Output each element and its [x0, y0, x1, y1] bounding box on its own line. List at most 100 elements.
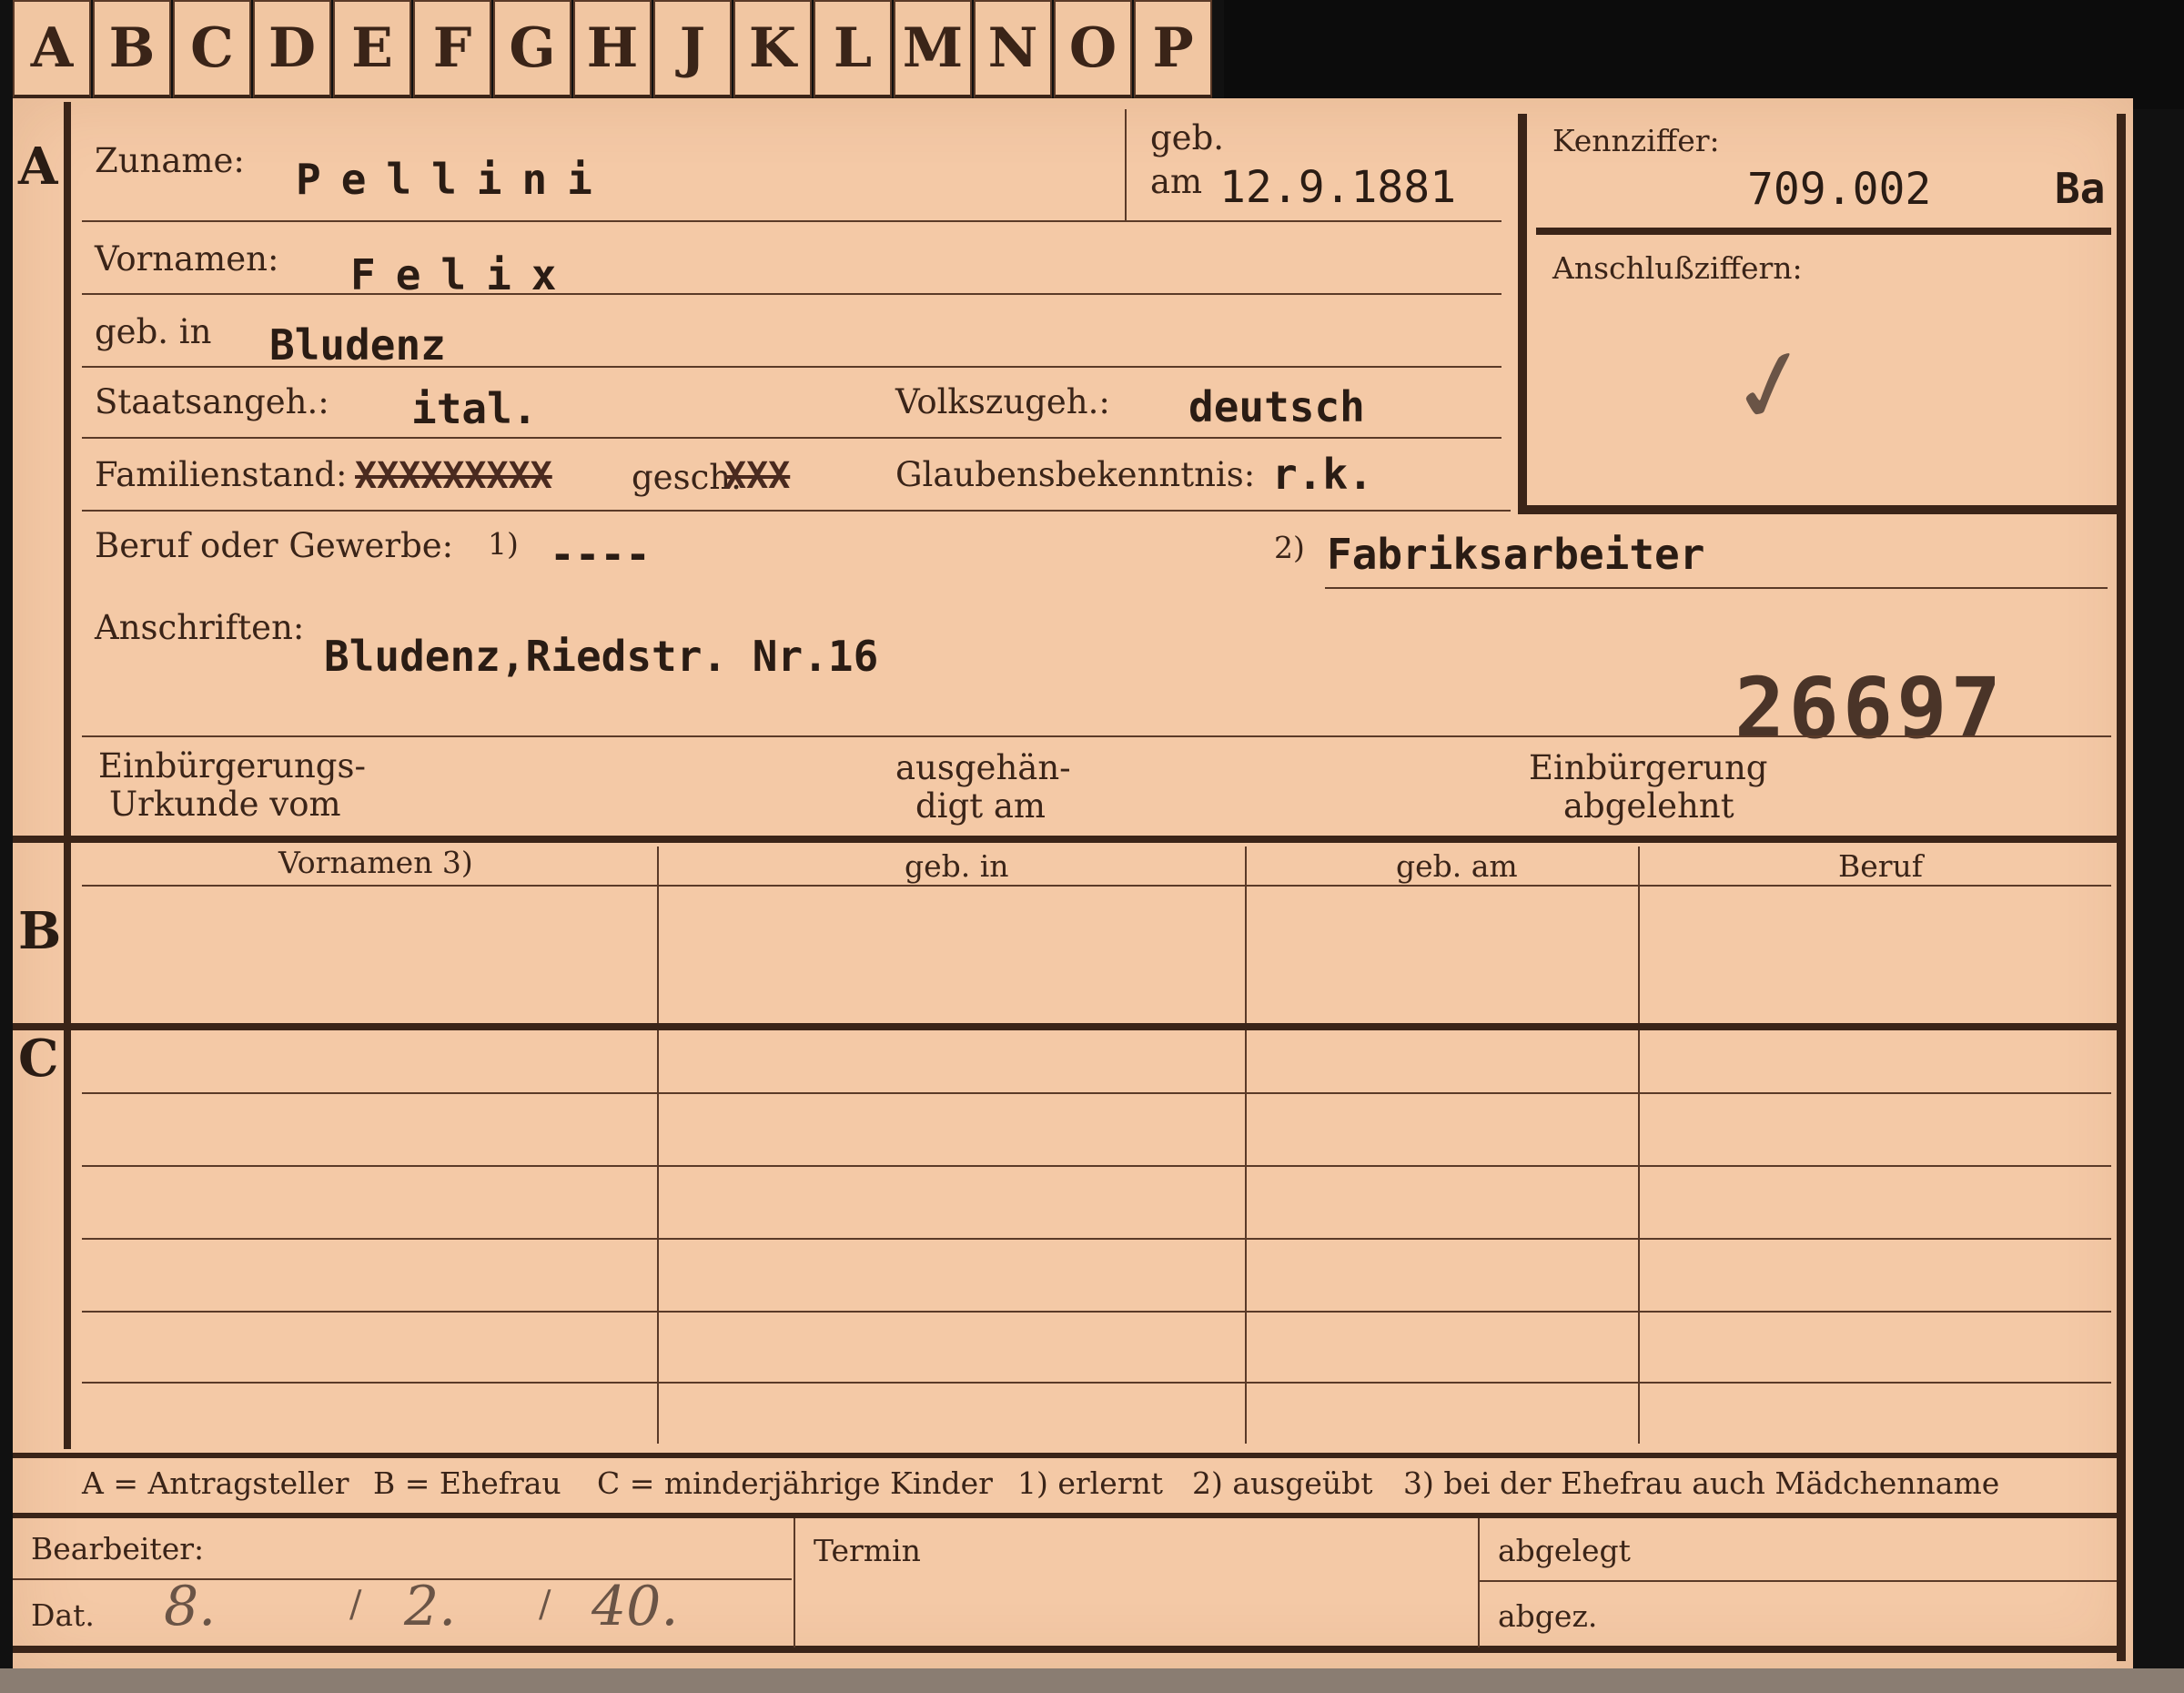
footer-divider-1 — [794, 1518, 795, 1647]
col-divider-3 — [1638, 846, 1640, 1444]
birthplace-value: Bludenz — [269, 320, 446, 370]
index-tab-n: N — [974, 0, 1052, 98]
col-header-line — [82, 885, 2111, 887]
footer-divider-2 — [1478, 1518, 1480, 1647]
born-label-1: geb. — [1150, 118, 1225, 157]
id-suffix: Ba — [2055, 164, 2106, 213]
address-label: Anschriften: — [95, 608, 305, 647]
clerk-label: Bearbeiter: — [31, 1531, 205, 1566]
marital-struck-2: XXX — [724, 455, 791, 497]
naturalization-label-1: Einbürgerungs- — [98, 746, 366, 786]
firstname-value: Felix — [350, 250, 577, 299]
naturalization-label-2: Urkunde vom — [109, 785, 341, 824]
signed-label: abgez. — [1498, 1598, 1598, 1634]
legend-a: A = Antragsteller — [82, 1465, 349, 1501]
id-box-divider — [1536, 228, 2111, 235]
occupation-learned: ---- — [550, 530, 651, 579]
section-c-top — [13, 1023, 2124, 1030]
occupation-practiced: Fabriksarbeiter — [1327, 530, 1705, 579]
firstname-label: Vornamen: — [95, 239, 279, 279]
bottom-border — [13, 1646, 2126, 1653]
handed-label-1: ausgehän- — [895, 748, 1071, 787]
legend-note-2: 2) ausgeübt — [1192, 1465, 1373, 1501]
scan-bottom-edge — [0, 1668, 2184, 1693]
date-month: 2. — [404, 1575, 457, 1638]
section-a-label: A — [18, 137, 58, 197]
occupation-note-1: 1) — [488, 526, 519, 562]
right-border — [2117, 114, 2126, 1661]
marital-label: Familienstand: — [95, 455, 348, 494]
birthplace-label: geb. in — [95, 312, 212, 351]
occupation-line — [1325, 587, 2108, 589]
legend-top — [13, 1453, 2124, 1458]
col-header-firstname: Vornamen 3) — [278, 845, 473, 880]
citizenship-value: ital. — [411, 384, 538, 433]
legend-bottom — [13, 1513, 2124, 1518]
col-header-birthplace: geb. in — [905, 848, 1009, 884]
left-border — [64, 102, 71, 1449]
child-row-line-5 — [82, 1382, 2111, 1384]
date-year: 40. — [592, 1575, 679, 1638]
religion-value: r.k. — [1272, 450, 1373, 499]
index-tab-f: F — [413, 0, 491, 98]
top-background — [1224, 0, 2184, 109]
index-tabs: ABCDEFGHJKLMNOP — [13, 0, 1214, 102]
child-row-line-1 — [82, 1092, 2111, 1094]
legend-b: B = Ehefrau — [373, 1465, 561, 1501]
index-tab-a: A — [13, 0, 91, 98]
index-tab-e: E — [333, 0, 411, 98]
surname-label: Zuname: — [95, 141, 245, 180]
index-tab-g: G — [493, 0, 571, 98]
deadline-label: Termin — [814, 1533, 921, 1568]
filed-line — [1480, 1580, 2117, 1582]
index-tab-l: L — [814, 0, 892, 98]
born-divider — [1125, 109, 1127, 222]
child-row-line-3 — [82, 1238, 2111, 1240]
religion-label: Glaubensbekenntnis: — [895, 455, 1256, 494]
occupation-note-2: 2) — [1274, 530, 1305, 565]
row-line-5 — [82, 510, 1511, 512]
marital-struck: XXXXXXXXX — [355, 455, 552, 497]
col-header-birthdate: geb. am — [1396, 848, 1518, 884]
index-tab-k: K — [733, 0, 812, 98]
sub-id-label: Anschlußziffern: — [1552, 250, 1803, 286]
id-box-left — [1518, 114, 1527, 514]
citizenship-label: Staatsangeh.: — [95, 382, 329, 421]
date-sep-1: / — [349, 1584, 362, 1626]
rejected-label-2: abgelehnt — [1563, 786, 1734, 826]
stamp-number: 26697 — [1734, 660, 2005, 757]
index-tab-b: B — [93, 0, 171, 98]
legend-c: C = minderjährige Kinder — [597, 1465, 993, 1501]
col-divider-1 — [657, 846, 659, 1444]
index-tab-d: D — [253, 0, 331, 98]
index-tab-c: C — [173, 0, 251, 98]
occupation-label: Beruf oder Gewerbe: — [95, 526, 454, 565]
born-date-value: 12.9.1881 — [1219, 162, 1457, 213]
surname-value: Pellini — [296, 155, 612, 204]
section-b-label: B — [18, 901, 62, 961]
legend-note-3: 3) bei der Ehefrau auch Mädchenname — [1403, 1465, 2000, 1501]
legend-note-1: 1) erlernt — [1017, 1465, 1164, 1501]
index-tab-h: H — [573, 0, 652, 98]
filed-label: abgelegt — [1498, 1533, 1631, 1568]
row-line-4 — [82, 437, 1502, 439]
index-tab-j: J — [653, 0, 732, 98]
index-tab-o: O — [1054, 0, 1132, 98]
date-day: 8. — [164, 1575, 217, 1638]
row-line-3 — [82, 366, 1502, 368]
ethnicity-label: Volkszugeh.: — [895, 382, 1110, 421]
born-label-2: am — [1150, 162, 1203, 201]
child-row-line-2 — [82, 1165, 2111, 1167]
ethnicity-value: deutsch — [1188, 382, 1365, 431]
id-box-bottom — [1518, 505, 2118, 514]
date-label: Dat. — [31, 1597, 95, 1633]
row-line-6 — [82, 735, 2111, 737]
address-value: Bludenz,Riedstr. Nr.16 — [324, 632, 879, 681]
id-value: 709.002 — [1747, 164, 1932, 215]
section-c-label: C — [18, 1029, 59, 1089]
row-line-1 — [82, 220, 1502, 222]
id-label: Kennziffer: — [1552, 123, 1720, 158]
handed-label-2: digt am — [915, 786, 1046, 826]
index-tab-p: P — [1134, 0, 1212, 98]
rejected-label-1: Einbürgerung — [1529, 748, 1768, 787]
